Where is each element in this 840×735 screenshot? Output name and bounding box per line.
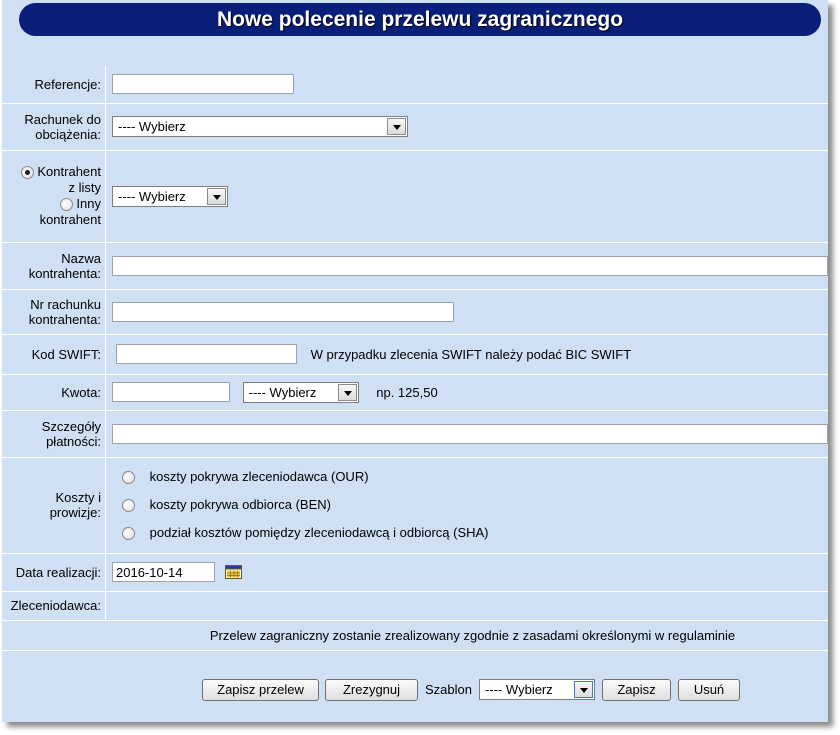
zleceniodawca-label: Zleceniodawca: (2, 591, 106, 621)
nazwa-kontrahenta-input[interactable] (112, 255, 828, 276)
kwota-input[interactable] (112, 382, 230, 402)
rachunek-label-line2: obciążenia: (35, 126, 101, 142)
template-label: Szablon (425, 682, 472, 697)
kwota-hint: np. 125,50 (376, 384, 438, 400)
zleceniodawca-value (105, 591, 828, 621)
cancel-button[interactable]: Zrezygnuj (325, 679, 418, 701)
koszty-ben-label: koszty pokrywa odbiorca (BEN) (149, 497, 331, 512)
template-select[interactable]: ---- Wybierz (479, 679, 595, 700)
nr-rachunku-label-line1: Nr rachunku (30, 296, 101, 312)
rachunek-select[interactable]: ---- Wybierz (112, 116, 408, 137)
szczegoly-label-line2: płatności: (46, 433, 101, 449)
inny-kontrahent-line1: Inny (76, 196, 101, 211)
kontrahent-select-value: ---- Wybierz (118, 188, 186, 204)
nazwa-label-line1: Nazwa (61, 250, 101, 266)
template-save-button[interactable]: Zapisz (602, 679, 671, 701)
koszty-label-line2: prowizje: (49, 505, 101, 520)
chevron-down-icon[interactable] (387, 118, 406, 135)
szczegoly-label: Szczegóły płatności: (2, 410, 106, 458)
koszty-label-line1: Koszty i (55, 490, 101, 505)
nr-rachunku-input[interactable] (112, 301, 454, 322)
koszty-option-ben[interactable]: koszty pokrywa odbiorca (BEN) (122, 491, 828, 519)
szczegoly-label-line1: Szczegóły (41, 418, 101, 434)
template-delete-button[interactable]: Usuń (678, 679, 740, 701)
page-title: Nowe polecenie przelewu zagranicznego (19, 3, 821, 36)
chevron-down-icon[interactable] (207, 187, 226, 205)
waluta-select-value: ---- Wybierz (248, 384, 317, 400)
data-realizacji-label: Data realizacji: (2, 553, 106, 592)
regulamin-notice: Przelew zagraniczny zostanie zrealizowan… (2, 620, 828, 651)
transfer-form-panel: Nowe polecenie przelewu zagranicznego Re… (2, 0, 828, 722)
nr-rachunku-label-line2: kontrahenta: (28, 311, 101, 327)
koszty-option-sha[interactable]: podział kosztów pomiędzy zleceniodawcą i… (122, 519, 828, 547)
kod-swift-hint: W przypadku zlecenia SWIFT należy podać … (310, 346, 632, 362)
referencje-input[interactable] (112, 74, 294, 95)
kontrahent-z-listy-radio[interactable] (20, 166, 34, 180)
koszty-our-label: koszty pokrywa zleceniodawca (OUR) (149, 469, 369, 484)
data-realizacji-input[interactable] (112, 562, 215, 582)
nazwa-label-line2: kontrahenta: (28, 265, 101, 281)
koszty-sha-label: podział kosztów pomiędzy zleceniodawcą i… (149, 525, 489, 540)
save-transfer-button[interactable]: Zapisz przelew (202, 679, 319, 701)
koszty-option-our[interactable]: koszty pokrywa zleceniodawca (OUR) (122, 463, 828, 491)
kontrahent-z-listy-line1: Kontrahent (37, 164, 101, 179)
kontrahent-z-listy-line2: z listy (68, 180, 102, 195)
kwota-label: Kwota: (2, 374, 106, 411)
kontrahent-radio-group: Kontrahent z listy Inny kontrahent (2, 150, 106, 243)
chevron-down-icon[interactable] (337, 383, 357, 401)
rachunek-label: Rachunek do obciążenia: (2, 103, 106, 151)
kod-swift-input[interactable] (116, 344, 297, 364)
rachunek-select-value: ---- Wybierz (118, 119, 186, 134)
koszty-sha-radio[interactable] (122, 527, 135, 541)
waluta-select[interactable]: ---- Wybierz (242, 381, 359, 403)
nazwa-label: Nazwa kontrahenta: (2, 242, 106, 290)
szczegoly-platnosci-input[interactable] (112, 423, 828, 444)
koszty-ben-radio[interactable] (122, 499, 135, 513)
chevron-down-icon[interactable] (574, 681, 593, 698)
kontrahent-select[interactable]: ---- Wybierz (112, 185, 228, 207)
koszty-our-radio[interactable] (122, 471, 135, 485)
referencje-label: Referencje: (2, 66, 106, 104)
template-select-value: ---- Wybierz (485, 682, 553, 697)
rachunek-label-line1: Rachunek do (24, 111, 101, 127)
inny-kontrahent-radio[interactable] (59, 198, 73, 212)
inny-kontrahent-line2: kontrahent (39, 212, 101, 227)
kod-swift-label: Kod SWIFT: (2, 334, 106, 375)
calendar-icon[interactable] (224, 565, 242, 579)
transfer-form: Referencje: Rachunek do obciążenia: ----… (2, 66, 828, 651)
koszty-label: Koszty i prowizje: (2, 457, 106, 554)
nr-rachunku-label: Nr rachunku kontrahenta: (2, 289, 106, 335)
